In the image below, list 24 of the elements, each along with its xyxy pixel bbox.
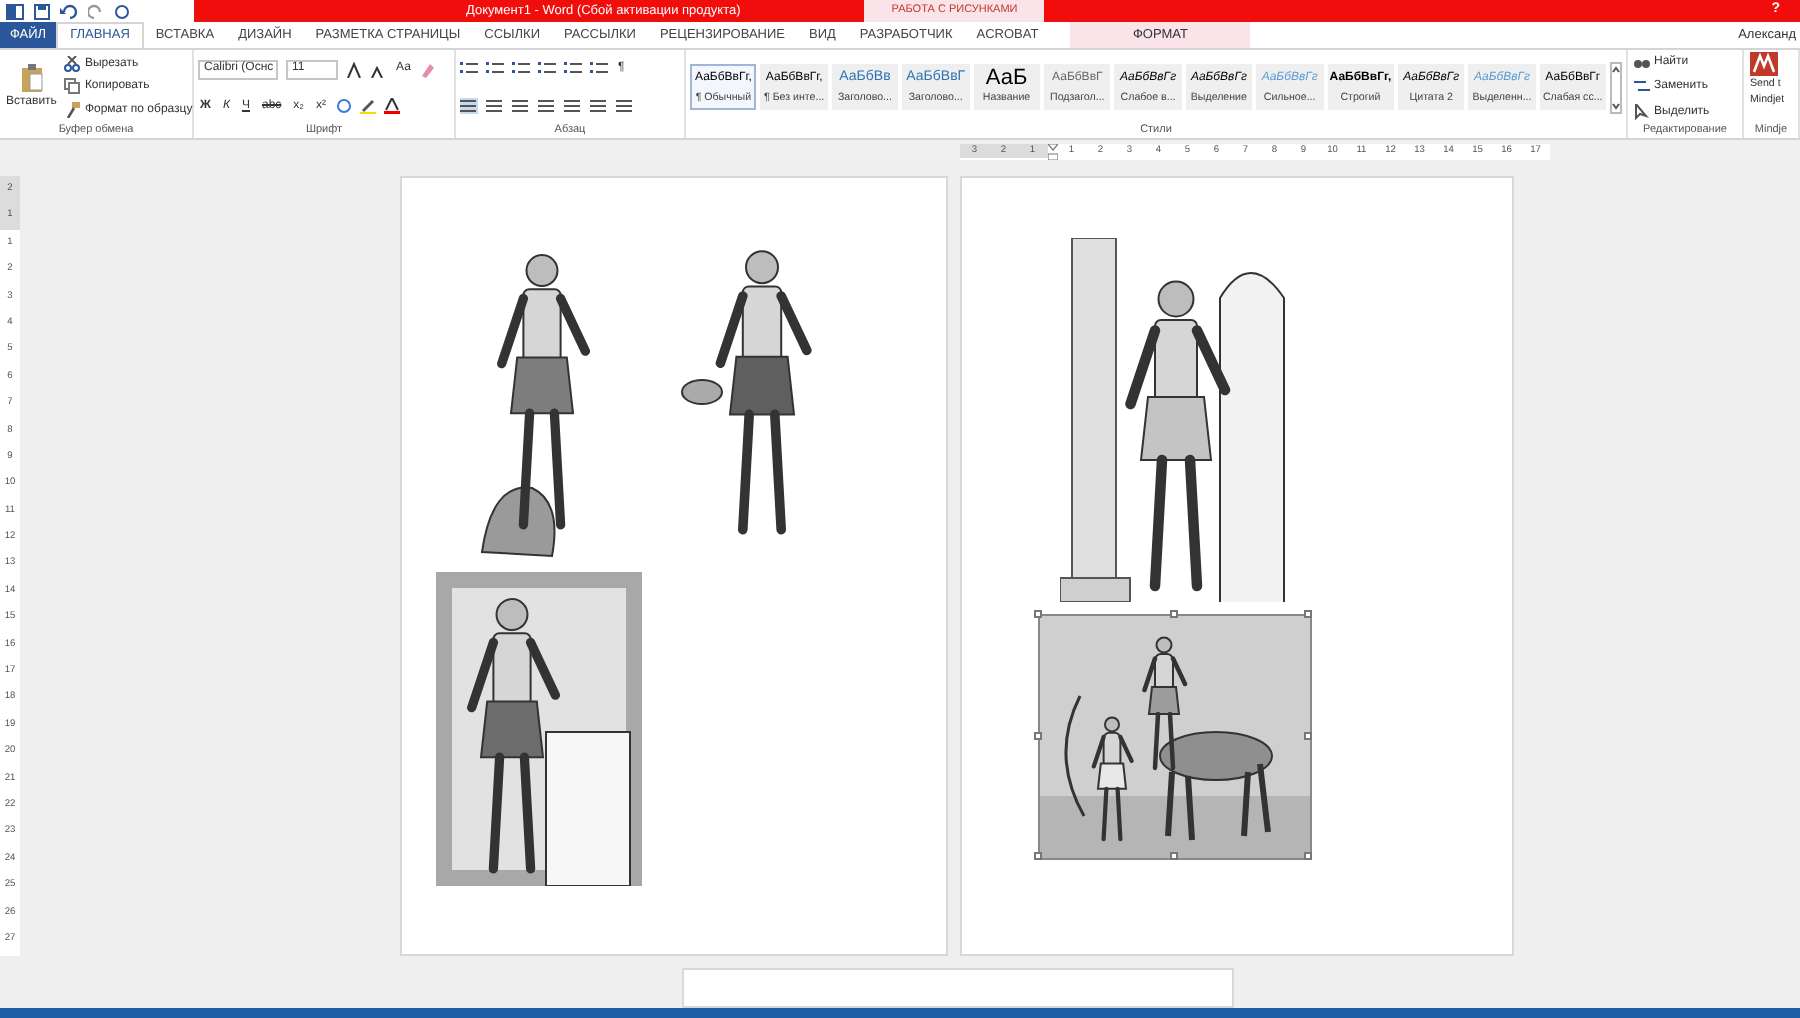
indent-marker-icon[interactable]: [1047, 143, 1057, 159]
cursor-icon: [1634, 103, 1650, 120]
resize-handle[interactable]: [1034, 852, 1042, 860]
font-color-icon[interactable]: [384, 98, 401, 115]
save-icon[interactable]: [34, 3, 50, 19]
highlight-icon[interactable]: [360, 98, 377, 115]
bullet-list-icon[interactable]: [460, 60, 478, 77]
redo-icon[interactable]: [88, 3, 104, 19]
resize-handle[interactable]: [1169, 852, 1177, 860]
resize-handle[interactable]: [1034, 610, 1042, 618]
scissors-icon: [64, 55, 81, 72]
resize-handle[interactable]: [1034, 731, 1042, 739]
paste-icon: [19, 64, 44, 93]
resize-handle[interactable]: [1169, 610, 1177, 618]
binoculars-icon: [1634, 54, 1650, 71]
undo-icon[interactable]: [60, 3, 78, 19]
resize-handle[interactable]: [1304, 610, 1312, 618]
gallery-scroll-icon[interactable]: [1610, 61, 1623, 113]
copy-icon: [64, 78, 81, 95]
brush-icon: [64, 102, 81, 119]
word-icon[interactable]: [6, 3, 24, 19]
align-left-icon[interactable]: [460, 97, 478, 114]
resize-handle[interactable]: [1304, 731, 1312, 739]
resize-handle[interactable]: [1304, 852, 1312, 860]
